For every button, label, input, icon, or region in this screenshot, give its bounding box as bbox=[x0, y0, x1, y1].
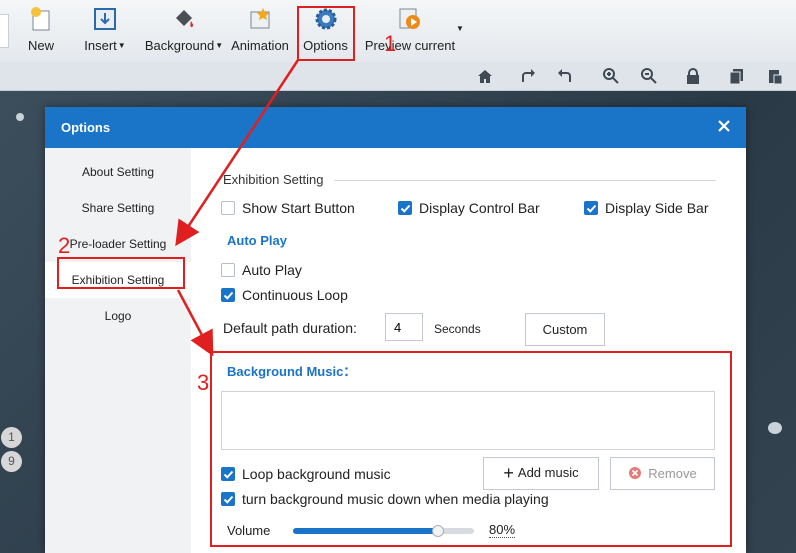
checkbox-label: Auto Play bbox=[242, 262, 302, 278]
new-label: New bbox=[27, 38, 54, 53]
sidebar-item-about[interactable]: About Setting bbox=[45, 154, 191, 190]
new-icon bbox=[31, 7, 50, 31]
checkbox-label: Display Side Bar bbox=[605, 200, 709, 216]
background-button[interactable]: Background▼ bbox=[144, 6, 224, 58]
display-side-bar-checkbox[interactable]: Display Side Bar bbox=[584, 200, 709, 218]
animation-button[interactable]: Animation bbox=[230, 6, 290, 58]
animation-icon bbox=[250, 8, 270, 29]
continuous-loop-checkbox[interactable]: Continuous Loop bbox=[221, 287, 348, 305]
zoom-in-icon[interactable] bbox=[602, 67, 620, 85]
page-indicator[interactable]: 9 bbox=[1, 451, 22, 472]
dialog-titlebar: Options bbox=[45, 107, 746, 148]
auto-play-checkbox[interactable]: Auto Play bbox=[221, 262, 302, 280]
seconds-label: Seconds bbox=[434, 322, 481, 336]
check-icon bbox=[400, 204, 411, 213]
auto-play-heading: Auto Play bbox=[227, 233, 287, 248]
annotation-number-1: 1 bbox=[384, 31, 397, 56]
copy-icon[interactable] bbox=[728, 67, 746, 85]
lock-icon[interactable] bbox=[684, 67, 702, 85]
dialog-title: Options bbox=[61, 120, 111, 135]
section-title: Exhibition Setting bbox=[223, 172, 324, 187]
redo-icon[interactable] bbox=[518, 67, 536, 85]
ribbon-left-edge bbox=[0, 14, 9, 48]
checkbox-box bbox=[221, 201, 235, 215]
checkbox-box bbox=[584, 201, 598, 215]
annotation-number-3: 3 bbox=[197, 370, 210, 395]
preview-icon bbox=[399, 8, 420, 29]
preview-label: Preview current bbox=[364, 38, 456, 53]
sidebar-item-logo[interactable]: Logo bbox=[45, 298, 191, 334]
check-icon bbox=[586, 204, 597, 213]
checkbox-box bbox=[221, 263, 235, 277]
path-duration-input[interactable] bbox=[385, 313, 423, 341]
preview-dropdown-icon[interactable]: ▼ bbox=[456, 24, 464, 33]
chevron-down-icon: ▼ bbox=[215, 41, 224, 50]
background-label: Background bbox=[144, 38, 215, 53]
annotation-box-options bbox=[297, 6, 355, 61]
new-button[interactable]: New bbox=[24, 6, 58, 58]
undo-icon[interactable] bbox=[557, 67, 575, 85]
animation-label: Animation bbox=[231, 38, 289, 53]
checkbox-box bbox=[398, 201, 412, 215]
checkbox-box bbox=[221, 288, 235, 302]
paint-bucket-icon bbox=[176, 10, 194, 28]
preview-current-button[interactable]: Preview current bbox=[362, 6, 458, 58]
annotation-number-2: 2 bbox=[58, 233, 71, 258]
custom-button[interactable]: Custom bbox=[525, 313, 605, 346]
annotation-box-background-music bbox=[210, 351, 732, 547]
check-icon bbox=[223, 291, 234, 300]
zoom-out-icon[interactable] bbox=[640, 67, 658, 85]
close-icon[interactable] bbox=[716, 118, 732, 134]
paste-icon[interactable] bbox=[766, 67, 784, 85]
insert-icon bbox=[94, 8, 116, 30]
chevron-down-icon: ▼ bbox=[117, 41, 126, 50]
canvas-dot bbox=[16, 113, 24, 121]
checkbox-label: Show Start Button bbox=[242, 200, 355, 216]
display-control-bar-checkbox[interactable]: Display Control Bar bbox=[398, 200, 540, 218]
checkbox-label: Display Control Bar bbox=[419, 200, 540, 216]
ribbon-toolbar: New Insert▼ Background▼ Animation Option… bbox=[0, 0, 796, 63]
path-duration-label: Default path duration: bbox=[223, 320, 357, 336]
checkbox-label: Continuous Loop bbox=[242, 287, 348, 303]
page-indicator[interactable]: 1 bbox=[1, 427, 22, 448]
insert-button[interactable]: Insert▼ bbox=[82, 6, 128, 58]
section-divider bbox=[334, 180, 716, 181]
sidebar-item-share[interactable]: Share Setting bbox=[45, 190, 191, 226]
show-start-button-checkbox[interactable]: Show Start Button bbox=[221, 200, 355, 218]
annotation-box-exhibition bbox=[57, 257, 185, 289]
home-icon[interactable] bbox=[476, 67, 494, 85]
canvas-dot bbox=[768, 422, 782, 434]
secondary-toolbar bbox=[0, 62, 796, 91]
insert-label: Insert bbox=[84, 38, 117, 53]
options-sidebar: About Setting Share Setting Pre-loader S… bbox=[45, 148, 191, 553]
